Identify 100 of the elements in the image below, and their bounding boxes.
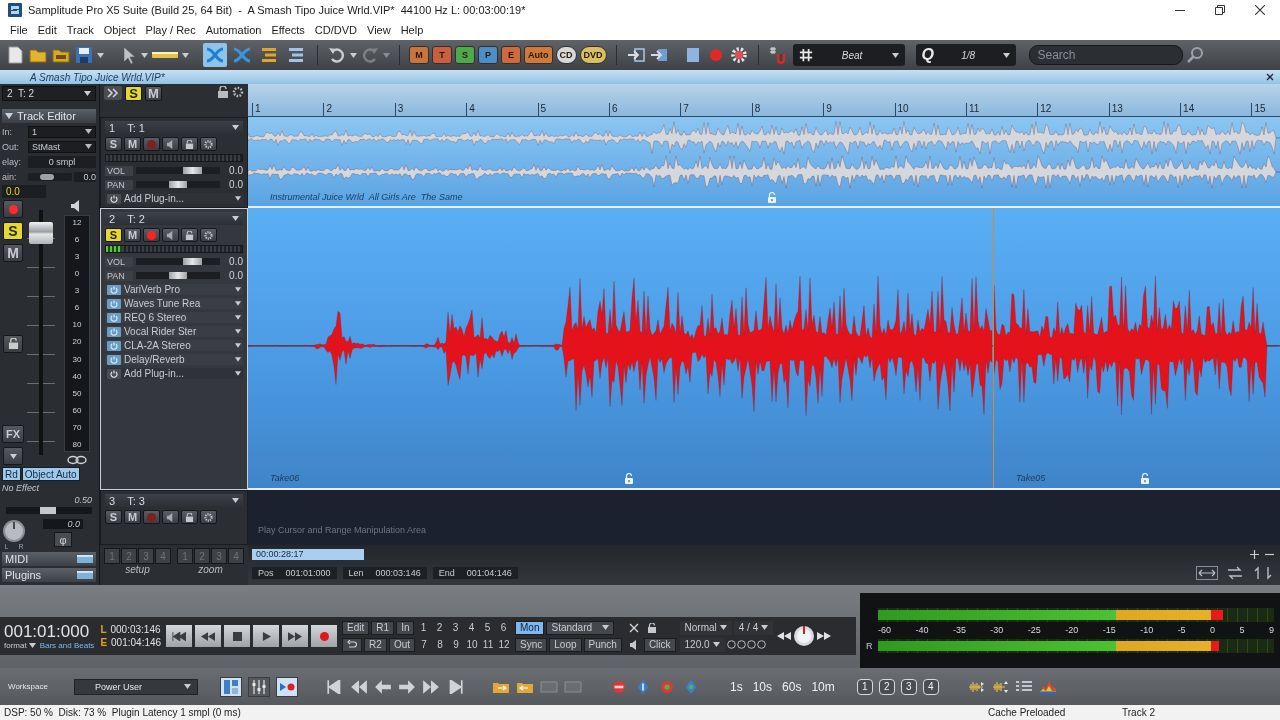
time-signature-dropdown[interactable]: 4 / 4 xyxy=(733,620,774,635)
project-tab[interactable]: A Smash Tipo Juice Wrld.VIP* xyxy=(0,70,1280,84)
mute-button[interactable]: M xyxy=(124,510,141,524)
redo-icon[interactable] xyxy=(360,45,380,65)
go-to-start-button[interactable] xyxy=(165,624,194,648)
menu-item[interactable]: Help xyxy=(395,21,429,39)
dropdown-button[interactable] xyxy=(3,447,23,465)
pan-value[interactable]: 0.0 xyxy=(43,519,83,529)
view-button[interactable] xyxy=(248,676,270,697)
arrow-right-icon[interactable] xyxy=(398,679,416,694)
value-field[interactable]: 0 smpl xyxy=(28,155,96,168)
range-button[interactable]: Edit xyxy=(342,620,370,635)
overview-scrollbar[interactable]: 00:00:28:17 xyxy=(252,549,364,560)
dropdown[interactable]: StMast xyxy=(28,140,96,153)
pan-slider[interactable] xyxy=(136,272,220,279)
marker-number[interactable]: 5 xyxy=(480,622,495,633)
rewind-button[interactable] xyxy=(194,624,223,648)
snap-dropdown[interactable]: Beat xyxy=(792,44,905,66)
link-icon[interactable] xyxy=(67,455,87,465)
solo-button[interactable]: S xyxy=(105,137,122,151)
plugin-slot[interactable]: Add Plug-in... xyxy=(105,193,243,204)
gain-slider[interactable] xyxy=(28,172,72,181)
undo-button[interactable] xyxy=(342,637,363,652)
close-icon[interactable] xyxy=(1266,73,1274,81)
timeline-ruler[interactable]: 1 2 3 4 5 6 7 8 9 10 11 12 13 14 15 xyxy=(248,84,1280,117)
save-icon[interactable] xyxy=(74,45,94,65)
menu-item[interactable]: Automation xyxy=(200,21,267,39)
speaker-icon[interactable] xyxy=(628,639,639,650)
play-mode-dropdown[interactable]: Normal xyxy=(679,620,732,635)
zoom-preset-button[interactable]: 10m xyxy=(809,679,837,694)
audio-clip[interactable]: Instrumental Juice Wrld All Girls Are The Same xyxy=(248,117,1280,206)
undo-icon[interactable] xyxy=(327,45,347,65)
plugin-slot[interactable]: VariVerb Pro xyxy=(105,284,243,295)
volume-slider[interactable] xyxy=(136,167,220,174)
marker-number[interactable]: 8 xyxy=(433,639,448,650)
section-header[interactable]: Plugins xyxy=(2,568,96,582)
range-button[interactable]: R2 xyxy=(364,637,387,652)
manager-button[interactable]: Auto xyxy=(524,46,553,64)
expand-arrows-icon[interactable] xyxy=(1196,565,1218,580)
track-header[interactable]: 1 T: 1 S M VOL 0.0 PAN 0.0 Add Plug-in... xyxy=(100,117,248,208)
caret-icon[interactable] xyxy=(141,52,148,58)
search-field[interactable]: Search xyxy=(1028,45,1183,65)
marker-number[interactable]: 1 xyxy=(416,622,431,633)
marker-number[interactable]: 7 xyxy=(417,639,432,650)
monitor-mode-dropdown[interactable]: Standard xyxy=(546,620,615,635)
value-field[interactable]: 0.0 xyxy=(74,171,96,182)
workspace-dropdown[interactable]: Power User xyxy=(74,678,198,695)
caret-icon[interactable] xyxy=(350,52,357,58)
manager-button[interactable]: M xyxy=(409,46,429,64)
slider-thumb[interactable] xyxy=(40,173,55,180)
search-icon[interactable] xyxy=(1185,45,1206,65)
marker-number[interactable]: 4 xyxy=(464,622,479,633)
settings-button[interactable] xyxy=(200,137,217,151)
range-button[interactable]: R1 xyxy=(371,620,395,635)
magnet-icon[interactable] xyxy=(767,45,788,65)
menu-item[interactable]: File xyxy=(5,21,33,39)
record-button[interactable] xyxy=(310,624,339,648)
track-name-bar[interactable]: 1 T: 1 xyxy=(105,121,243,134)
manager-button[interactable]: CD xyxy=(555,46,577,64)
marker-number[interactable]: 9 xyxy=(449,639,464,650)
marker-button[interactable]: 3 xyxy=(900,678,917,695)
rewind-icon[interactable] xyxy=(777,632,792,640)
global-toggle-button[interactable]: M xyxy=(145,86,162,101)
plugin-slot[interactable]: Vocal Rider Ster xyxy=(105,326,243,337)
slider-thumb[interactable] xyxy=(183,167,202,174)
menu-item[interactable]: Effects xyxy=(266,21,310,39)
zoom-preset-button[interactable]: 60s xyxy=(780,679,804,694)
marker-number[interactable]: 12 xyxy=(497,639,512,650)
stop-button[interactable] xyxy=(223,624,252,648)
transport-mode-button[interactable]: Loop xyxy=(549,637,582,652)
fast-forward-icon[interactable] xyxy=(817,632,832,640)
fast-forward-button[interactable] xyxy=(281,624,310,648)
dial-icon[interactable] xyxy=(793,625,816,647)
settings-icon[interactable] xyxy=(728,45,749,65)
monitor-button[interactable] xyxy=(162,510,179,524)
slider-thumb[interactable] xyxy=(168,272,188,279)
slider-thumb[interactable] xyxy=(168,181,188,188)
double-arrow-left-icon[interactable] xyxy=(350,679,368,694)
lock-icon[interactable] xyxy=(217,86,229,98)
lock-icon[interactable] xyxy=(646,622,657,633)
arrow-box-icon[interactable] xyxy=(625,45,646,65)
manager-button[interactable]: S xyxy=(455,46,475,64)
track-header[interactable]: 2 T: 2 S M VOL 0.0 PAN 0.0 VariVerb Pro Waves Tune Rea REQ 6 Stereo Vocal Rider Ster CLA-2A Stereo Delay/Reverb Add Plug-in... xyxy=(100,208,248,490)
record-arm-button[interactable] xyxy=(143,228,160,242)
menu-item[interactable]: CD/DVD xyxy=(309,21,362,39)
marker-number[interactable]: 2 xyxy=(432,622,447,633)
waveform-arrows-icon[interactable] xyxy=(966,679,985,694)
position-field[interactable]: Pos 001:01:000 xyxy=(252,566,337,579)
position-field[interactable]: Len 000:03:146 xyxy=(342,566,427,579)
spectrum-icon[interactable] xyxy=(1038,679,1057,694)
monitor-button[interactable] xyxy=(162,137,179,151)
phase-button[interactable]: φ xyxy=(54,532,72,547)
solo-button[interactable]: S xyxy=(105,510,122,524)
manager-button[interactable]: E xyxy=(501,46,521,64)
manager-button[interactable]: T xyxy=(432,46,452,64)
menu-item[interactable]: Object xyxy=(98,21,141,39)
knob-icon[interactable] xyxy=(2,519,26,543)
solo-button[interactable]: S xyxy=(105,228,122,242)
arrows-icon[interactable] xyxy=(1252,565,1274,580)
double-arrow-right-icon[interactable] xyxy=(422,679,440,694)
